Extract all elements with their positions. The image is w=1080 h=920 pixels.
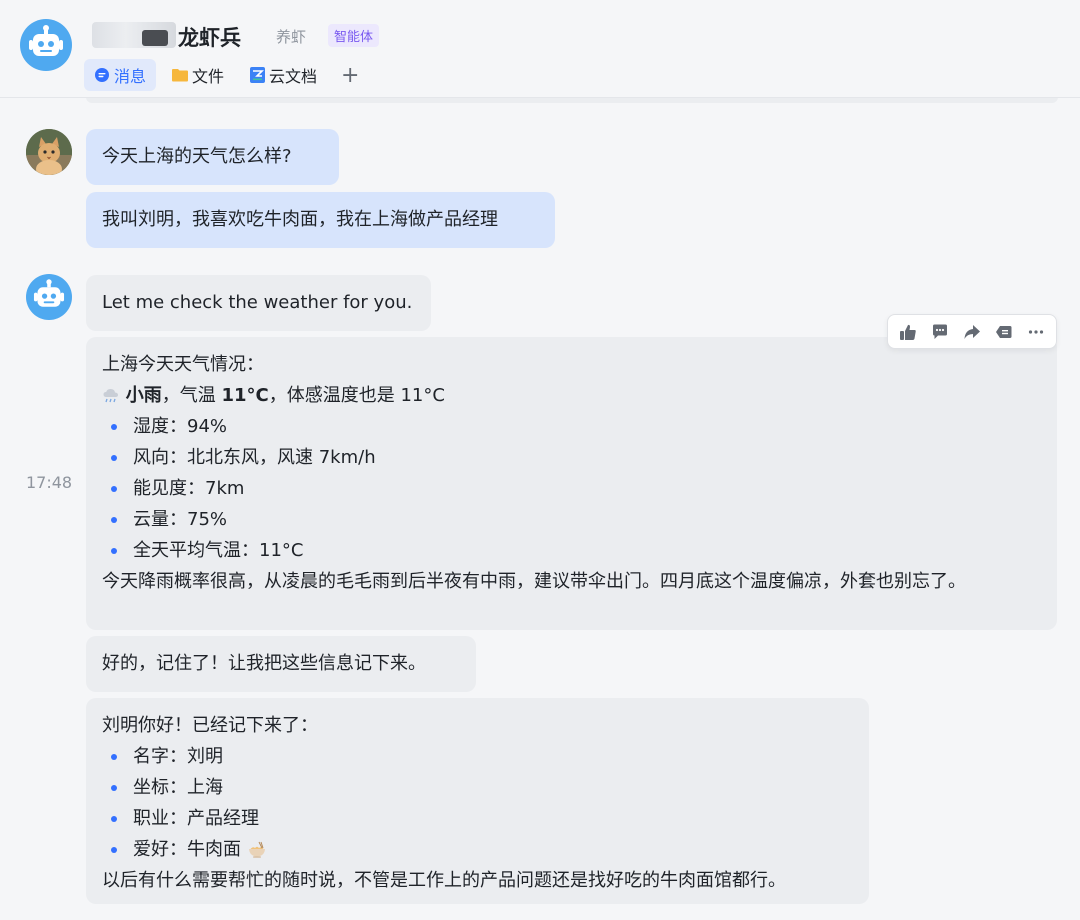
cat-avatar-icon [26, 129, 72, 175]
memory-closing: 以后有什么需要帮忙的随时说，不管是工作上的产品问题还是找好吃的牛肉面馆都行。 [102, 870, 786, 891]
weather-heading: 上海今天天气情况： [102, 354, 264, 375]
bot-message-text: 好的，记住了！让我把这些信息记下来。 [102, 653, 426, 674]
list-item: 名字：刘明 [102, 741, 853, 772]
reply-button[interactable] [927, 319, 953, 345]
user-message-weather-question[interactable]: 今天上海的天气怎么样? [86, 129, 339, 185]
memory-heading: 刘明你好！已经记下来了： [102, 715, 318, 736]
message-action-toolbar [887, 314, 1057, 349]
forward-button[interactable] [959, 319, 985, 345]
like-button[interactable] [895, 319, 921, 345]
user-message-introduction[interactable]: 我叫刘明，我喜欢吃牛肉面，我在上海做产品经理 [86, 192, 555, 248]
bot-message-text: Let me check the weather for you. [102, 292, 413, 313]
chat-title: 龙虾兵 [178, 26, 241, 50]
tab-files[interactable]: 文件 [162, 59, 234, 91]
weather-temperature: 11°C [221, 385, 269, 406]
quote-icon [996, 325, 1012, 338]
message-timestamp: 17:48 [26, 473, 73, 492]
robot-icon [33, 279, 65, 307]
chat-header: 龙虾兵 养虾 智能体 消息 文件 云文档 + [0, 0, 1080, 98]
list-item: 能见度：7km [102, 473, 1041, 504]
tab-messages-label: 消息 [114, 67, 147, 86]
tab-messages[interactable]: 消息 [84, 59, 157, 91]
list-item: 坐标：上海 [102, 772, 853, 803]
bot-message-checking[interactable]: Let me check the weather for you. [86, 275, 431, 331]
list-item: 爱好：牛肉面 [102, 834, 853, 865]
list-item: 湿度：94% [102, 411, 1041, 442]
robot-icon [29, 25, 63, 56]
forward-icon [964, 324, 980, 339]
tab-files-label: 文件 [192, 67, 225, 86]
weather-condition-line: 小雨，气温 11°C，体感温度也是 11°C [102, 380, 1041, 411]
folder-icon [172, 69, 189, 82]
user-avatar[interactable] [26, 129, 72, 175]
redacted-name-fragment [142, 30, 168, 46]
agent-badge: 智能体 [328, 24, 380, 47]
memory-list: 名字：刘明 坐标：上海 职业：产品经理 爱好：牛肉面 [102, 741, 853, 865]
list-item: 全天平均气温：11°C [102, 535, 1041, 566]
user-message-text: 今天上海的天气怎么样? [102, 146, 292, 167]
bot-message-remembered[interactable]: 好的，记住了！让我把这些信息记下来。 [86, 636, 476, 692]
bot-message-memory-summary[interactable]: 刘明你好！已经记下来了： 名字：刘明 坐标：上海 职业：产品经理 爱好：牛肉面 … [86, 698, 869, 904]
bot-avatar[interactable] [20, 19, 72, 71]
message-icon [95, 68, 109, 82]
thumbs-up-icon [900, 324, 916, 340]
tab-bar: 消息 文件 云文档 + [84, 58, 373, 92]
comment-icon [933, 324, 947, 339]
list-item: 风向：北北东风，风速 7km/h [102, 442, 1041, 473]
user-message-text: 我叫刘明，我喜欢吃牛肉面，我在上海做产品经理 [102, 209, 498, 230]
hobby-text: 爱好：牛肉面 [133, 839, 241, 860]
weather-summary: 今天降雨概率很高，从凌晨的毛毛雨到后半夜有中雨，建议带伞出门。四月底这个温度偏凉… [102, 571, 966, 592]
list-item: 云量：75% [102, 504, 1041, 535]
tab-cloud-docs[interactable]: 云文档 [240, 59, 327, 91]
more-icon [1028, 329, 1044, 334]
bot-avatar-message[interactable] [26, 274, 72, 320]
list-item: 职业：产品经理 [102, 803, 853, 834]
bot-message-weather-report[interactable]: 上海今天天气情况： 小雨，气温 11°C，体感温度也是 11°C 湿度：94% … [86, 337, 1057, 630]
add-tab-button[interactable]: + [333, 59, 367, 91]
weather-temp-prefix: ，气温 [161, 385, 222, 406]
more-button[interactable] [1023, 319, 1049, 345]
rain-cloud-icon [103, 389, 118, 403]
tab-cloud-docs-label: 云文档 [269, 67, 318, 86]
chat-subtitle: 养虾 [276, 28, 307, 46]
weather-feels-like: ，体感温度也是 11°C [268, 385, 445, 406]
noodle-bowl-icon [248, 841, 265, 858]
quote-button[interactable] [991, 319, 1017, 345]
weather-details-list: 湿度：94% 风向：北北东风，风速 7km/h 能见度：7km 云量：75% 全… [102, 411, 1041, 566]
cloud-doc-icon [250, 67, 266, 83]
weather-condition: 小雨 [125, 385, 162, 406]
